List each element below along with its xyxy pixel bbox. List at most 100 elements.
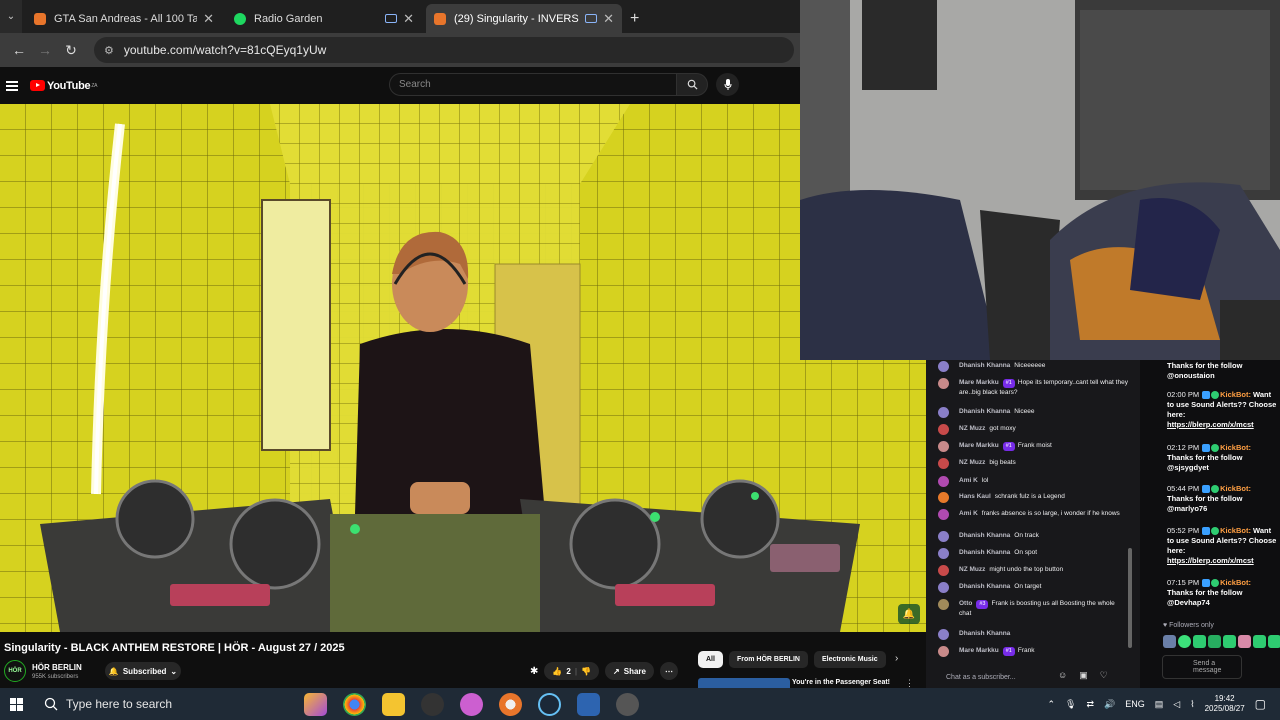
subscribed-button[interactable]: 🔔 Subscribed ⌄: [105, 662, 181, 680]
chat-avatar[interactable]: [938, 458, 949, 469]
like-dislike-button[interactable]: 👍 2 | 👎: [544, 662, 600, 680]
hamburger-menu-icon[interactable]: [6, 79, 18, 93]
emote-icon[interactable]: [1223, 635, 1236, 648]
browser-tab-radio-garden[interactable]: Radio Garden ✕: [226, 4, 422, 33]
voice-search-button[interactable]: [716, 73, 739, 96]
emote-icon[interactable]: [1178, 635, 1191, 648]
chat-avatar[interactable]: [938, 565, 949, 576]
clock[interactable]: 19:42 2025/08/27: [1205, 694, 1245, 714]
chrome-icon[interactable]: [343, 692, 366, 716]
chat-avatar[interactable]: [938, 548, 949, 559]
youtube-logo[interactable]: YouTube ZA: [30, 80, 97, 92]
reload-icon[interactable]: ↻: [58, 42, 84, 59]
chat-avatar[interactable]: [938, 441, 949, 452]
chat-username[interactable]: Dhanish Khanna: [959, 362, 1010, 369]
bot-name[interactable]: KickBot:: [1220, 526, 1251, 535]
channel-info[interactable]: HÖR HÖR BERLIN 955K subscribers: [4, 660, 82, 682]
chat-avatar[interactable]: [938, 407, 949, 418]
search-button[interactable]: [676, 73, 708, 96]
site-info-icon[interactable]: ⚙: [104, 44, 114, 57]
emote-icon[interactable]: [1238, 635, 1251, 648]
chat-username[interactable]: Dhanish Khanna: [959, 549, 1010, 556]
bot-name[interactable]: KickBot:: [1220, 578, 1251, 587]
chat-username[interactable]: NZ Muzz: [959, 425, 985, 432]
chat-avatar[interactable]: [938, 582, 949, 593]
wifi-icon[interactable]: ⌇: [1190, 699, 1194, 710]
more-actions-button[interactable]: ⋯: [659, 662, 678, 680]
chat-avatar[interactable]: [938, 492, 949, 503]
thumbs-down-icon[interactable]: 👎: [581, 667, 591, 676]
chat-avatar[interactable]: [938, 424, 949, 435]
chat-avatar[interactable]: [938, 476, 949, 487]
chat-avatar[interactable]: [938, 646, 949, 657]
close-tab-icon[interactable]: ✕: [203, 11, 214, 27]
back-arrow-icon[interactable]: ←: [6, 42, 32, 58]
thumbs-up-icon[interactable]: 👍: [552, 667, 562, 676]
emote-icon[interactable]: [1163, 635, 1176, 648]
emote-icon[interactable]: [1208, 635, 1221, 648]
chat-avatar[interactable]: [938, 629, 949, 640]
bot-name[interactable]: KickBot:: [1220, 484, 1251, 493]
chat-username[interactable]: Mare Markku: [959, 442, 999, 449]
chip-electronic-music[interactable]: Electronic Music: [813, 651, 886, 668]
chat-username[interactable]: Dhanish Khanna: [959, 630, 1010, 637]
alert-link[interactable]: https://blerp.com/x/mcst: [1167, 556, 1254, 565]
channel-avatar[interactable]: HÖR: [4, 660, 26, 682]
volume-icon[interactable]: ◁: [1173, 699, 1180, 710]
chat-username[interactable]: Ami K: [959, 510, 978, 517]
microphone-icon[interactable]: 🎙: [1065, 699, 1076, 710]
start-button[interactable]: [0, 688, 32, 720]
close-tab-icon[interactable]: ✕: [403, 11, 414, 27]
chip-all[interactable]: All: [698, 651, 723, 668]
chat-scrollbar[interactable]: [1128, 548, 1132, 648]
alert-link[interactable]: https://blerp.com/x/mcst: [1167, 420, 1254, 429]
chat-username[interactable]: Ami K: [959, 477, 978, 484]
chat-username[interactable]: Otto: [959, 600, 972, 607]
obs-icon[interactable]: [421, 692, 444, 716]
chevron-up-icon[interactable]: ⌃: [1048, 699, 1056, 710]
chat-username[interactable]: NZ Muzz: [959, 566, 985, 573]
chat-username[interactable]: Dhanish Khanna: [959, 532, 1010, 539]
chat-avatar[interactable]: [938, 509, 949, 520]
emote-icon[interactable]: [1193, 635, 1206, 648]
video-player[interactable]: 🔔: [0, 104, 926, 632]
recommended-video-thumbnail[interactable]: [698, 678, 790, 688]
tab-search-chevron-icon[interactable]: ⌄: [0, 0, 22, 33]
chat-avatar[interactable]: [938, 599, 949, 610]
chat-avatar[interactable]: [938, 378, 949, 389]
chip-from-channel[interactable]: From HÖR BERLIN: [728, 651, 808, 668]
speaker-icon[interactable]: 🔊: [1104, 699, 1115, 710]
emote-icon[interactable]: [1253, 635, 1266, 648]
video-overlay-button[interactable]: 🔔: [898, 604, 920, 624]
chat-username[interactable]: Hans Kaul: [959, 493, 991, 500]
heart-icon[interactable]: ♡: [1100, 670, 1108, 681]
chat-username[interactable]: Mare Markku: [959, 379, 999, 386]
chat-username[interactable]: Mare Markku: [959, 647, 999, 654]
chat-avatar[interactable]: [938, 361, 949, 372]
gear-icon[interactable]: ✱: [530, 666, 538, 677]
copilot-icon[interactable]: [304, 692, 327, 716]
network-status-icon[interactable]: ▤: [1155, 699, 1164, 710]
channel-name[interactable]: HÖR BERLIN: [32, 663, 82, 672]
share-button[interactable]: ↗ Share: [605, 662, 654, 680]
taskbar-search[interactable]: Type here to search: [32, 688, 272, 720]
browser-tab-gta[interactable]: GTA San Andreas - All 100 Tag ✕: [26, 4, 222, 33]
gift-icon[interactable]: ▣: [1079, 670, 1088, 681]
network-icon[interactable]: ⇄: [1086, 699, 1094, 710]
chrome-profile-icon[interactable]: [499, 692, 522, 716]
chat-username[interactable]: Dhanish Khanna: [959, 408, 1010, 415]
browser-tab-singularity[interactable]: (29) Singularity - INVERSE E ✕: [426, 4, 622, 33]
chevron-right-icon[interactable]: ›: [895, 653, 898, 664]
close-tab-icon[interactable]: ✕: [603, 11, 614, 27]
media-cast-icon[interactable]: [385, 14, 398, 23]
send-message-input[interactable]: Send a message: [1162, 655, 1242, 679]
snipping-tool-icon[interactable]: [460, 692, 483, 716]
notification-icon[interactable]: ▢: [1255, 697, 1266, 711]
new-tab-plus-icon[interactable]: +: [630, 4, 639, 33]
bot-name[interactable]: KickBot:: [1220, 390, 1251, 399]
forward-arrow-icon[interactable]: →: [32, 42, 58, 58]
app-icon[interactable]: [616, 692, 639, 716]
file-explorer-icon[interactable]: [382, 692, 405, 716]
chat-username[interactable]: Dhanish Khanna: [959, 583, 1010, 590]
recommended-video-title[interactable]: You're in the Passenger Seat!: [792, 679, 890, 686]
